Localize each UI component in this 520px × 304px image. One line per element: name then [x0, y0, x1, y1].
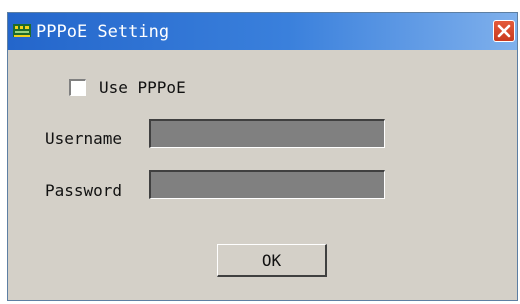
use-pppoe-checkbox[interactable] [69, 79, 86, 96]
password-field[interactable] [149, 170, 385, 199]
password-label: Password [45, 181, 123, 200]
network-card-icon [13, 24, 31, 37]
pppoe-setting-dialog: PPPoE Setting Use PPPoE Username Passwor… [7, 12, 518, 301]
close-button[interactable] [493, 20, 515, 42]
username-label: Username [45, 129, 123, 148]
use-pppoe-label: Use PPPoE [99, 78, 186, 97]
title-bar[interactable]: PPPoE Setting [8, 13, 517, 50]
username-field[interactable] [149, 119, 385, 148]
window-title: PPPoE Setting [36, 22, 170, 42]
ok-button[interactable]: OK [217, 244, 327, 277]
close-icon [497, 24, 511, 38]
